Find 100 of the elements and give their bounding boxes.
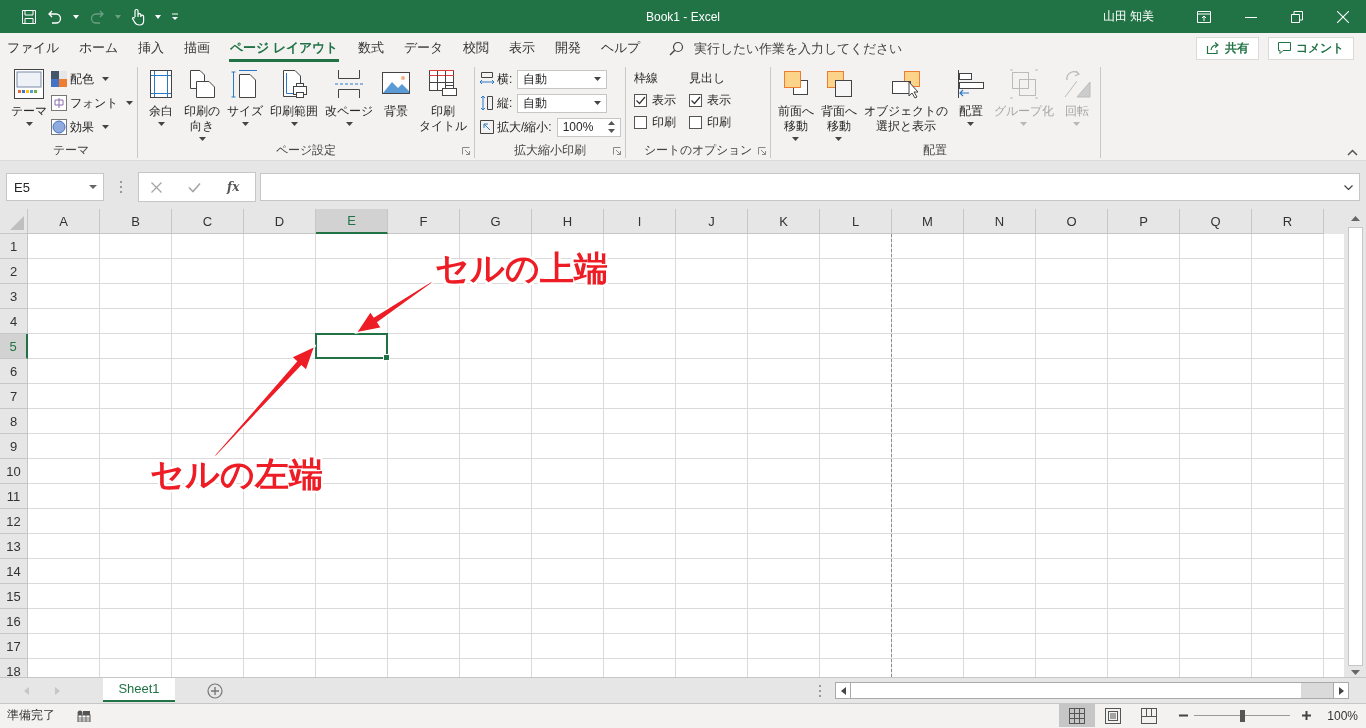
- selected-cell[interactable]: [315, 333, 388, 359]
- scroll-left-icon[interactable]: [840, 686, 846, 695]
- ribbon-button[interactable]: 背面へ 移動: [817, 67, 860, 142]
- option-heading: 枠線: [633, 70, 659, 87]
- row-header[interactable]: 17: [0, 634, 28, 659]
- expand-icon[interactable]: [1344, 184, 1353, 190]
- tell-me-field[interactable]: 実行したい作業を入力してください: [668, 39, 926, 57]
- scroll-right-icon[interactable]: [1338, 686, 1344, 695]
- dropdown-field[interactable]: 自動: [517, 93, 608, 113]
- ribbon-tab[interactable]: 描画: [175, 33, 219, 63]
- row-header[interactable]: 6: [0, 359, 28, 384]
- checkbox[interactable]: [688, 116, 702, 129]
- add-sheet-icon[interactable]: [207, 682, 223, 699]
- collapse-icon[interactable]: [1347, 149, 1358, 156]
- row-header[interactable]: 13: [0, 534, 28, 559]
- ribbon-tab[interactable]: ホーム: [70, 33, 127, 63]
- macro-record-icon[interactable]: [77, 709, 91, 722]
- name-box[interactable]: E5: [6, 173, 104, 201]
- ribbon-button[interactable]: フォント: [51, 93, 133, 113]
- ribbon-tab[interactable]: データ: [394, 33, 452, 63]
- page-layout-view-icon: [1105, 707, 1122, 724]
- user-name[interactable]: 山田 知美: [1102, 8, 1154, 25]
- checkbox[interactable]: [633, 116, 647, 129]
- row-header[interactable]: 16: [0, 609, 28, 634]
- dialog-launcher-icon[interactable]: [612, 147, 621, 155]
- row-header[interactable]: 10: [0, 459, 28, 484]
- ribbon-button[interactable]: 印刷 タイトル: [416, 67, 470, 135]
- row-header[interactable]: 14: [0, 559, 28, 584]
- drag-handle-icon[interactable]: [120, 181, 122, 193]
- fill-handle[interactable]: [383, 354, 390, 361]
- ribbon-tab[interactable]: ヘルプ: [591, 33, 649, 63]
- comment-button[interactable]: コメント: [1268, 36, 1354, 60]
- row-header[interactable]: 12: [0, 509, 28, 534]
- row-header[interactable]: 2: [0, 259, 28, 284]
- search-icon: [668, 40, 684, 56]
- ribbon-button[interactable]: 背景: [377, 67, 415, 120]
- caret-icon[interactable]: [155, 14, 161, 19]
- undo-icon[interactable]: [47, 8, 63, 25]
- ribbon-button[interactable]: 配置: [951, 67, 990, 127]
- ribbon-button[interactable]: 改ページ: [322, 67, 376, 127]
- caret-icon[interactable]: [73, 14, 79, 19]
- selection-pane-icon: [889, 68, 922, 100]
- dialog-launcher-icon[interactable]: [462, 147, 470, 155]
- horizontal-scrollbar[interactable]: [835, 682, 1349, 699]
- ribbon-button[interactable]: 前面へ 移動: [774, 67, 817, 142]
- row-header[interactable]: 18: [0, 659, 28, 677]
- scroll-up-icon[interactable]: [1351, 216, 1360, 221]
- ribbon-tab[interactable]: 数式: [348, 33, 393, 63]
- circle-icon: [51, 119, 67, 135]
- row-header[interactable]: 7: [0, 384, 28, 409]
- slider-thumb[interactable]: [1240, 709, 1246, 722]
- ribbon-tab[interactable]: 表示: [499, 33, 544, 63]
- row-header[interactable]: 11: [0, 484, 28, 509]
- ribbon-tab[interactable]: ページ レイアウト: [221, 33, 347, 63]
- check-icon[interactable]: [188, 181, 201, 193]
- checkbox[interactable]: [633, 94, 647, 107]
- restore-icon[interactable]: [1291, 10, 1303, 23]
- ribbon-button[interactable]: 印刷範囲: [267, 67, 321, 127]
- insert-function-button[interactable]: fx: [227, 180, 240, 194]
- ribbon-button[interactable]: 余白: [142, 67, 180, 127]
- scroll-down-icon[interactable]: [1351, 670, 1360, 675]
- column-header[interactable]: E: [316, 209, 388, 234]
- row-header[interactable]: 5: [0, 334, 28, 359]
- row-header[interactable]: 1: [0, 234, 28, 259]
- row-header[interactable]: 3: [0, 284, 28, 309]
- ribbon-tab[interactable]: 挿入: [129, 33, 173, 63]
- close-icon[interactable]: [1337, 10, 1349, 23]
- zoom-in-icon[interactable]: [1302, 711, 1312, 720]
- group-label: ページ設定: [276, 141, 336, 159]
- ribbon-button[interactable]: 効果: [51, 117, 133, 137]
- checkbox[interactable]: [688, 94, 702, 107]
- ribbon-tab[interactable]: 開発: [545, 33, 590, 63]
- save-icon[interactable]: [21, 8, 37, 25]
- caret-icon: [115, 14, 121, 19]
- share-button[interactable]: 共有: [1196, 36, 1259, 60]
- view-button[interactable]: [1059, 704, 1096, 727]
- ribbon-tab[interactable]: 校閲: [453, 33, 498, 63]
- scrollbar-thumb[interactable]: [1348, 227, 1363, 666]
- row-header[interactable]: 9: [0, 434, 28, 459]
- ribbon-button[interactable]: サイズ: [224, 67, 266, 127]
- row-header[interactable]: 15: [0, 584, 28, 609]
- sheet-tab[interactable]: Sheet1: [103, 677, 175, 702]
- ribbon-button[interactable]: 印刷の 向き: [181, 67, 223, 142]
- ribbon-tab[interactable]: ファイル: [0, 33, 68, 63]
- row-header[interactable]: 4: [0, 309, 28, 334]
- dialog-launcher-icon[interactable]: [757, 147, 766, 155]
- customize-icon[interactable]: [171, 12, 179, 21]
- dropdown-field[interactable]: 自動: [517, 69, 608, 89]
- drag-handle-icon[interactable]: [819, 684, 821, 697]
- ribbon-button[interactable]: 配色: [51, 69, 133, 89]
- touch-icon[interactable]: [131, 7, 145, 26]
- ribbon-button[interactable]: オブジェクトの 選択と表示: [860, 67, 951, 135]
- formula-input[interactable]: [260, 173, 1360, 201]
- row-header[interactable]: 8: [0, 409, 28, 434]
- ribbon-display-icon[interactable]: [1197, 10, 1211, 23]
- spin-field[interactable]: 100%: [556, 117, 621, 137]
- zoom-level[interactable]: 100%: [1327, 708, 1358, 723]
- status-text: 準備完了: [7, 707, 55, 724]
- scrollbar-thumb[interactable]: [851, 683, 1301, 698]
- ribbon-button[interactable]: テーマ: [8, 67, 50, 127]
